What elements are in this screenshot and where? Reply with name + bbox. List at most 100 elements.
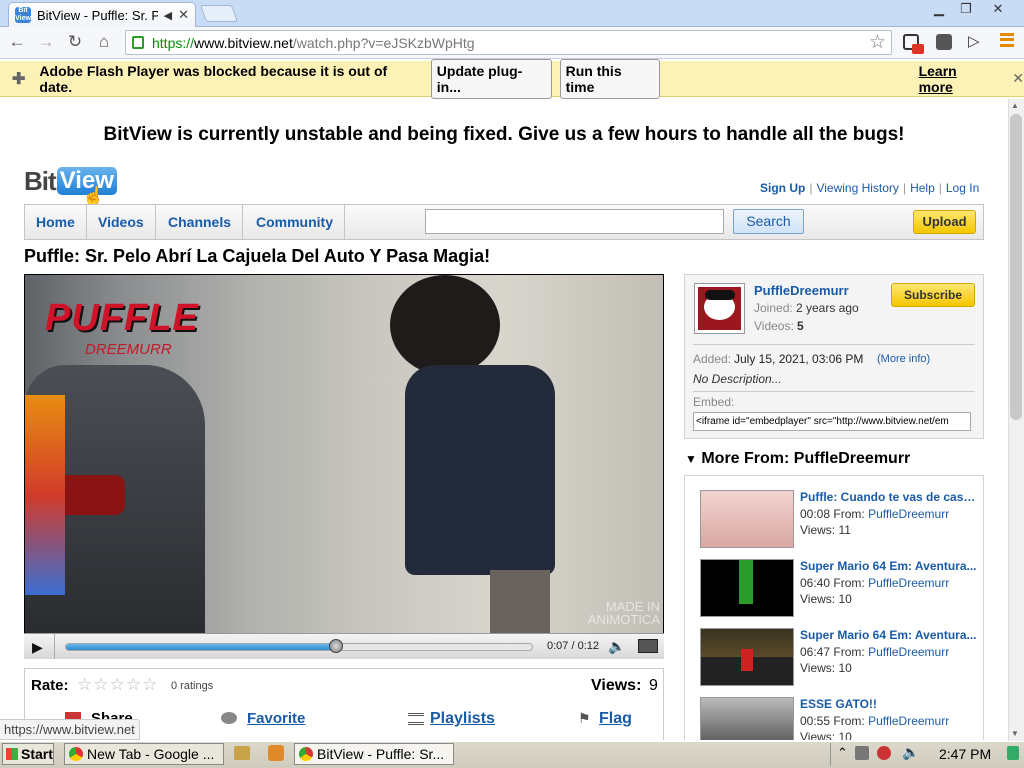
start-button[interactable]: Start [2, 743, 54, 765]
scroll-up-icon[interactable]: ▲ [1011, 101, 1019, 110]
related-title-link[interactable]: ESSE GATO!! [800, 697, 980, 711]
scroll-down-icon[interactable]: ▼ [1011, 729, 1019, 738]
list-item[interactable]: Super Mario 64 Em: Aventura... 06:47 Fro… [700, 628, 980, 688]
minimize-icon[interactable]: ▁ [928, 0, 950, 18]
speaker-icon: ◀ [163, 9, 173, 22]
security-icon[interactable] [877, 746, 891, 760]
star-icon[interactable]: ☆ [77, 675, 93, 694]
tab-close-icon[interactable]: ✕ [178, 7, 189, 23]
url-path: /watch.php?v=eJSKzbWpHtg [292, 34, 475, 51]
media-player-icon[interactable] [268, 745, 284, 761]
learn-more-link[interactable]: Learn more [919, 63, 995, 95]
views-label: Views: [800, 661, 836, 675]
playlists-link[interactable]: Playlists [430, 710, 495, 728]
duration: 06:40 [800, 576, 831, 590]
run-this-time-button[interactable]: Run this time [559, 58, 660, 99]
more-from-list: Puffle: Cuando te vas de casa... 00:08 F… [684, 475, 984, 740]
forward-icon[interactable]: → [35, 31, 57, 53]
search-input[interactable] [425, 209, 724, 234]
video-thumbnail[interactable] [700, 559, 794, 617]
author-link[interactable]: PuffleDreemurr [868, 714, 949, 728]
list-item[interactable]: Puffle: Cuando te vas de casa... 00:08 F… [700, 490, 980, 550]
volume-icon[interactable]: 🔈 [608, 638, 625, 655]
home-icon[interactable]: ⌂ [93, 31, 115, 53]
seek-bar[interactable] [65, 643, 533, 651]
nav-community[interactable]: Community [245, 205, 345, 239]
duration: 00:55 [800, 714, 831, 728]
notification-icon[interactable] [1007, 746, 1019, 760]
star-icon[interactable]: ☆ [110, 675, 126, 694]
infobar-close-icon[interactable]: ✕ [1012, 70, 1024, 87]
scrollbar-thumb[interactable] [1010, 114, 1022, 420]
channel-avatar[interactable] [694, 283, 745, 334]
collapse-triangle-icon[interactable]: ▼ [685, 452, 697, 466]
restore-icon[interactable]: ❐ [955, 0, 977, 18]
volume-tray-icon[interactable]: 🔈 [902, 744, 919, 761]
ratings-count: 0 ratings [171, 680, 214, 692]
video-thumbnail[interactable] [700, 490, 794, 548]
fullscreen-icon[interactable] [638, 639, 658, 653]
rating-stars[interactable]: ☆☆☆☆☆ [77, 675, 158, 695]
list-item[interactable]: Super Mario 64 Em: Aventura... 06:40 Fro… [700, 559, 980, 619]
sign-up-link[interactable]: Sign Up [760, 181, 805, 195]
author-link[interactable]: PuffleDreemurr [868, 507, 949, 521]
help-link[interactable]: Help [910, 181, 935, 195]
video-thumbnail[interactable] [700, 628, 794, 686]
videos-label: Videos: [754, 319, 794, 333]
extension-meter-icon[interactable] [936, 34, 952, 50]
subscribe-button[interactable]: Subscribe [891, 283, 975, 307]
related-title-link[interactable]: Puffle: Cuando te vas de casa... [800, 490, 980, 504]
back-icon[interactable]: ← [6, 31, 28, 53]
star-icon[interactable]: ☆ [93, 675, 109, 694]
bookmark-star-icon[interactable]: ☆ [869, 31, 886, 54]
related-title-link[interactable]: Super Mario 64 Em: Aventura... [800, 628, 980, 642]
video-title: Puffle: Sr. Pelo Abrí La Cajuela Del Aut… [24, 246, 491, 266]
video-frame[interactable]: PUFFLE DREEMURR MADE IN ANIMOTICA [25, 275, 663, 633]
task-label: BitView - Puffle: Sr... [317, 746, 445, 762]
watermark-sub: DREEMURR [85, 341, 172, 358]
new-tab-button[interactable] [199, 5, 239, 22]
more-info-link[interactable]: (More info) [877, 353, 930, 365]
video-thumbnail[interactable] [700, 697, 794, 740]
folder-icon[interactable] [234, 746, 250, 760]
star-icon[interactable]: ☆ [142, 675, 158, 694]
nav-channels[interactable]: Channels [157, 205, 244, 239]
reload-icon[interactable]: ↻ [64, 31, 86, 53]
flash-blocked-infobar: ✚ Adobe Flash Player was blocked because… [0, 58, 1024, 99]
nav-home[interactable]: Home [25, 205, 87, 239]
update-plugin-button[interactable]: Update plug-in... [430, 58, 552, 99]
person-legs [490, 570, 550, 633]
embed-code-field[interactable]: <iframe id="embedplayer" src="http://www… [693, 412, 971, 431]
player-controls: ▶ 0:07 / 0:12 🔈 [24, 633, 664, 659]
taskbar-chrome-newtab[interactable]: New Tab - Google ... [64, 743, 224, 765]
play-extension-icon[interactable]: ▷ [968, 32, 980, 50]
related-title-link[interactable]: Super Mario 64 Em: Aventura... [800, 559, 980, 573]
author-link[interactable]: PuffleDreemurr [868, 645, 949, 659]
search-button[interactable]: Search [733, 209, 804, 234]
play-icon[interactable]: ▶ [32, 639, 43, 656]
taskbar-bitview[interactable]: BitView - Puffle: Sr... [294, 743, 454, 765]
author-link[interactable]: PuffleDreemurr [868, 576, 949, 590]
flag-link[interactable]: Flag [599, 710, 632, 728]
upload-button[interactable]: Upload [913, 210, 976, 234]
lock-icon [132, 36, 144, 49]
channel-info-box: PuffleDreemurr Joined: 2 years ago Video… [684, 274, 984, 439]
network-icon[interactable] [855, 746, 869, 760]
views-value: 10 [838, 661, 852, 675]
channel-name-link[interactable]: PuffleDreemurr [754, 283, 849, 298]
star-icon[interactable]: ☆ [126, 675, 142, 694]
url-host: www.bitview.net [194, 34, 293, 51]
menu-icon[interactable] [1000, 33, 1014, 47]
close-window-icon[interactable]: ✕ [980, 0, 1016, 18]
browser-tab-active[interactable]: Bit View BitView - Puffle: Sr. Pe ◀ ✕ [8, 2, 196, 27]
tray-expand-icon[interactable]: ⌃ [837, 745, 848, 761]
list-item[interactable]: ESSE GATO!! 00:55 From: PuffleDreemurr V… [700, 697, 980, 740]
address-bar[interactable]: https://www.bitview.net/watch.php?v=eJSK… [125, 30, 892, 55]
viewing-history-link[interactable]: Viewing History [816, 181, 898, 195]
chrome-icon [299, 747, 313, 761]
favorite-link[interactable]: Favorite [247, 710, 305, 727]
log-in-link[interactable]: Log In [946, 181, 979, 195]
views-label: Views: [800, 592, 836, 606]
extension-badge-icon [912, 44, 924, 54]
nav-videos[interactable]: Videos [87, 205, 156, 239]
